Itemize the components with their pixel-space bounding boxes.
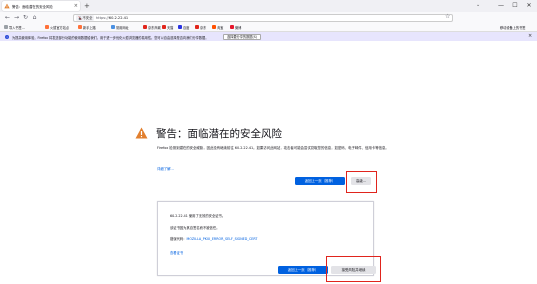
- bookmark-favicon-icon: [111, 25, 115, 29]
- bookmark-label: 新手上路: [83, 25, 96, 30]
- learn-more-link[interactable]: 详细了解...: [157, 166, 174, 171]
- bookmark-favicon-icon: [162, 25, 166, 29]
- bookmark-item[interactable]: 常用网址: [111, 25, 129, 30]
- info-icon: i: [5, 34, 9, 39]
- bookmark-favicon-icon: [178, 25, 182, 29]
- broken-lock-icon: [77, 15, 82, 20]
- bookmark-item[interactable]: 新手上路: [78, 25, 96, 30]
- bookmark-label: 天猫: [167, 25, 174, 30]
- url-bar[interactable]: 不安全 https://60.2.22.41: [73, 13, 453, 22]
- bookmark-item[interactable]: 火狐官方站点: [45, 25, 69, 30]
- url-scheme: https://: [95, 15, 109, 20]
- forward-icon[interactable]: →: [13, 14, 20, 21]
- bookmark-favicon-icon: [78, 25, 82, 29]
- bookmark-item[interactable]: 天猫: [162, 25, 173, 30]
- notification-close-icon[interactable]: ×: [528, 33, 532, 39]
- minimize-button[interactable]: —: [494, 0, 508, 12]
- bookmark-favicon-icon: [45, 25, 49, 29]
- choose-data-button[interactable]: 选择要分享的数据(S): [223, 33, 262, 40]
- go-back-button[interactable]: 返回上一页（推荐）: [295, 177, 345, 185]
- active-tab[interactable]: 警告：面临潜在的安全风险 ×: [2, 1, 80, 11]
- invalid-cert-text: 60.2.22.41 使用了无效的安全证书。: [170, 214, 226, 218]
- view-certificate-link[interactable]: 查看证书: [170, 250, 183, 255]
- self-signed-text: 该证书因为其自签名而不被信任。: [170, 226, 220, 230]
- bookmark-label: 导入书签...: [9, 25, 25, 30]
- bookmark-item[interactable]: 京东商城: [143, 25, 161, 30]
- new-tab-button[interactable]: +: [84, 1, 90, 11]
- error-code-link[interactable]: MOZILLA_PKIX_ERROR_SELF_SIGNED_CERT: [186, 237, 257, 241]
- bookmark-favicon-icon: [212, 25, 216, 29]
- url-text: https://60.2.22.41: [96, 16, 128, 20]
- bookmark-favicon-icon: [143, 25, 147, 29]
- back-icon[interactable]: ←: [4, 14, 11, 21]
- tab-close-icon[interactable]: ×: [74, 3, 78, 9]
- maximize-button[interactable]: ☐: [508, 0, 522, 12]
- not-secure-badge[interactable]: 不安全: [76, 14, 94, 21]
- not-secure-label: 不安全: [82, 16, 93, 20]
- warning-icon: [4, 3, 10, 9]
- mobile-bookmarks[interactable]: 移动设备上的书签: [500, 25, 526, 30]
- bookmark-favicon-icon: [4, 25, 8, 29]
- bookmark-label: 火狐官方站点: [50, 25, 70, 30]
- bookmark-item[interactable]: 导入书签...: [4, 25, 25, 30]
- bookmark-item[interactable]: 微博: [230, 25, 241, 30]
- tab-bar: [0, 0, 537, 12]
- reload-icon[interactable]: ↻: [22, 14, 29, 21]
- bookmark-item[interactable]: 京东: [195, 25, 206, 30]
- go-back-button-2[interactable]: 返回上一页（推荐）: [278, 266, 328, 274]
- warning-description: Firefox 检测到潜在的安全威胁，因此没有继续前往 60.2.22.41。如…: [157, 146, 389, 150]
- list-all-tabs-icon[interactable]: ⌄: [476, 2, 480, 8]
- accept-risk-button[interactable]: 接受风险并继续: [331, 266, 376, 274]
- error-code-label: 错误代码：: [170, 237, 187, 241]
- bookmark-label: 京东商城: [148, 25, 161, 30]
- page-title: 警告：面临潜在的安全风险: [156, 128, 282, 140]
- url-host: 60.2.22.41: [108, 15, 129, 20]
- notification-text: 为提高使用体验，Firefox 将发送部分功能的使用数据给我们，用于进一步优化火…: [12, 35, 209, 40]
- bookmark-item[interactable]: 百度: [178, 25, 189, 30]
- bookmark-label: 百度: [183, 25, 190, 30]
- bookmark-star-icon[interactable]: ☆: [445, 13, 450, 20]
- bookmark-label: 微博: [235, 25, 242, 30]
- bookmark-label: 淘宝: [217, 25, 224, 30]
- bookmark-label: 常用网址: [116, 25, 129, 30]
- bookmark-favicon-icon: [195, 25, 199, 29]
- error-code-line: 错误代码：MOZILLA_PKIX_ERROR_SELF_SIGNED_CERT: [170, 236, 257, 241]
- bookmark-favicon-icon: [230, 25, 234, 29]
- close-window-button[interactable]: ✕: [522, 0, 536, 12]
- warning-icon: [135, 127, 148, 139]
- bookmark-label: 京东: [200, 25, 207, 30]
- tab-title: 警告：面临潜在的安全风险: [12, 4, 53, 9]
- home-icon[interactable]: ⌂: [31, 14, 38, 21]
- advanced-button[interactable]: 高级...: [351, 177, 371, 185]
- bookmark-item[interactable]: 淘宝: [212, 25, 223, 30]
